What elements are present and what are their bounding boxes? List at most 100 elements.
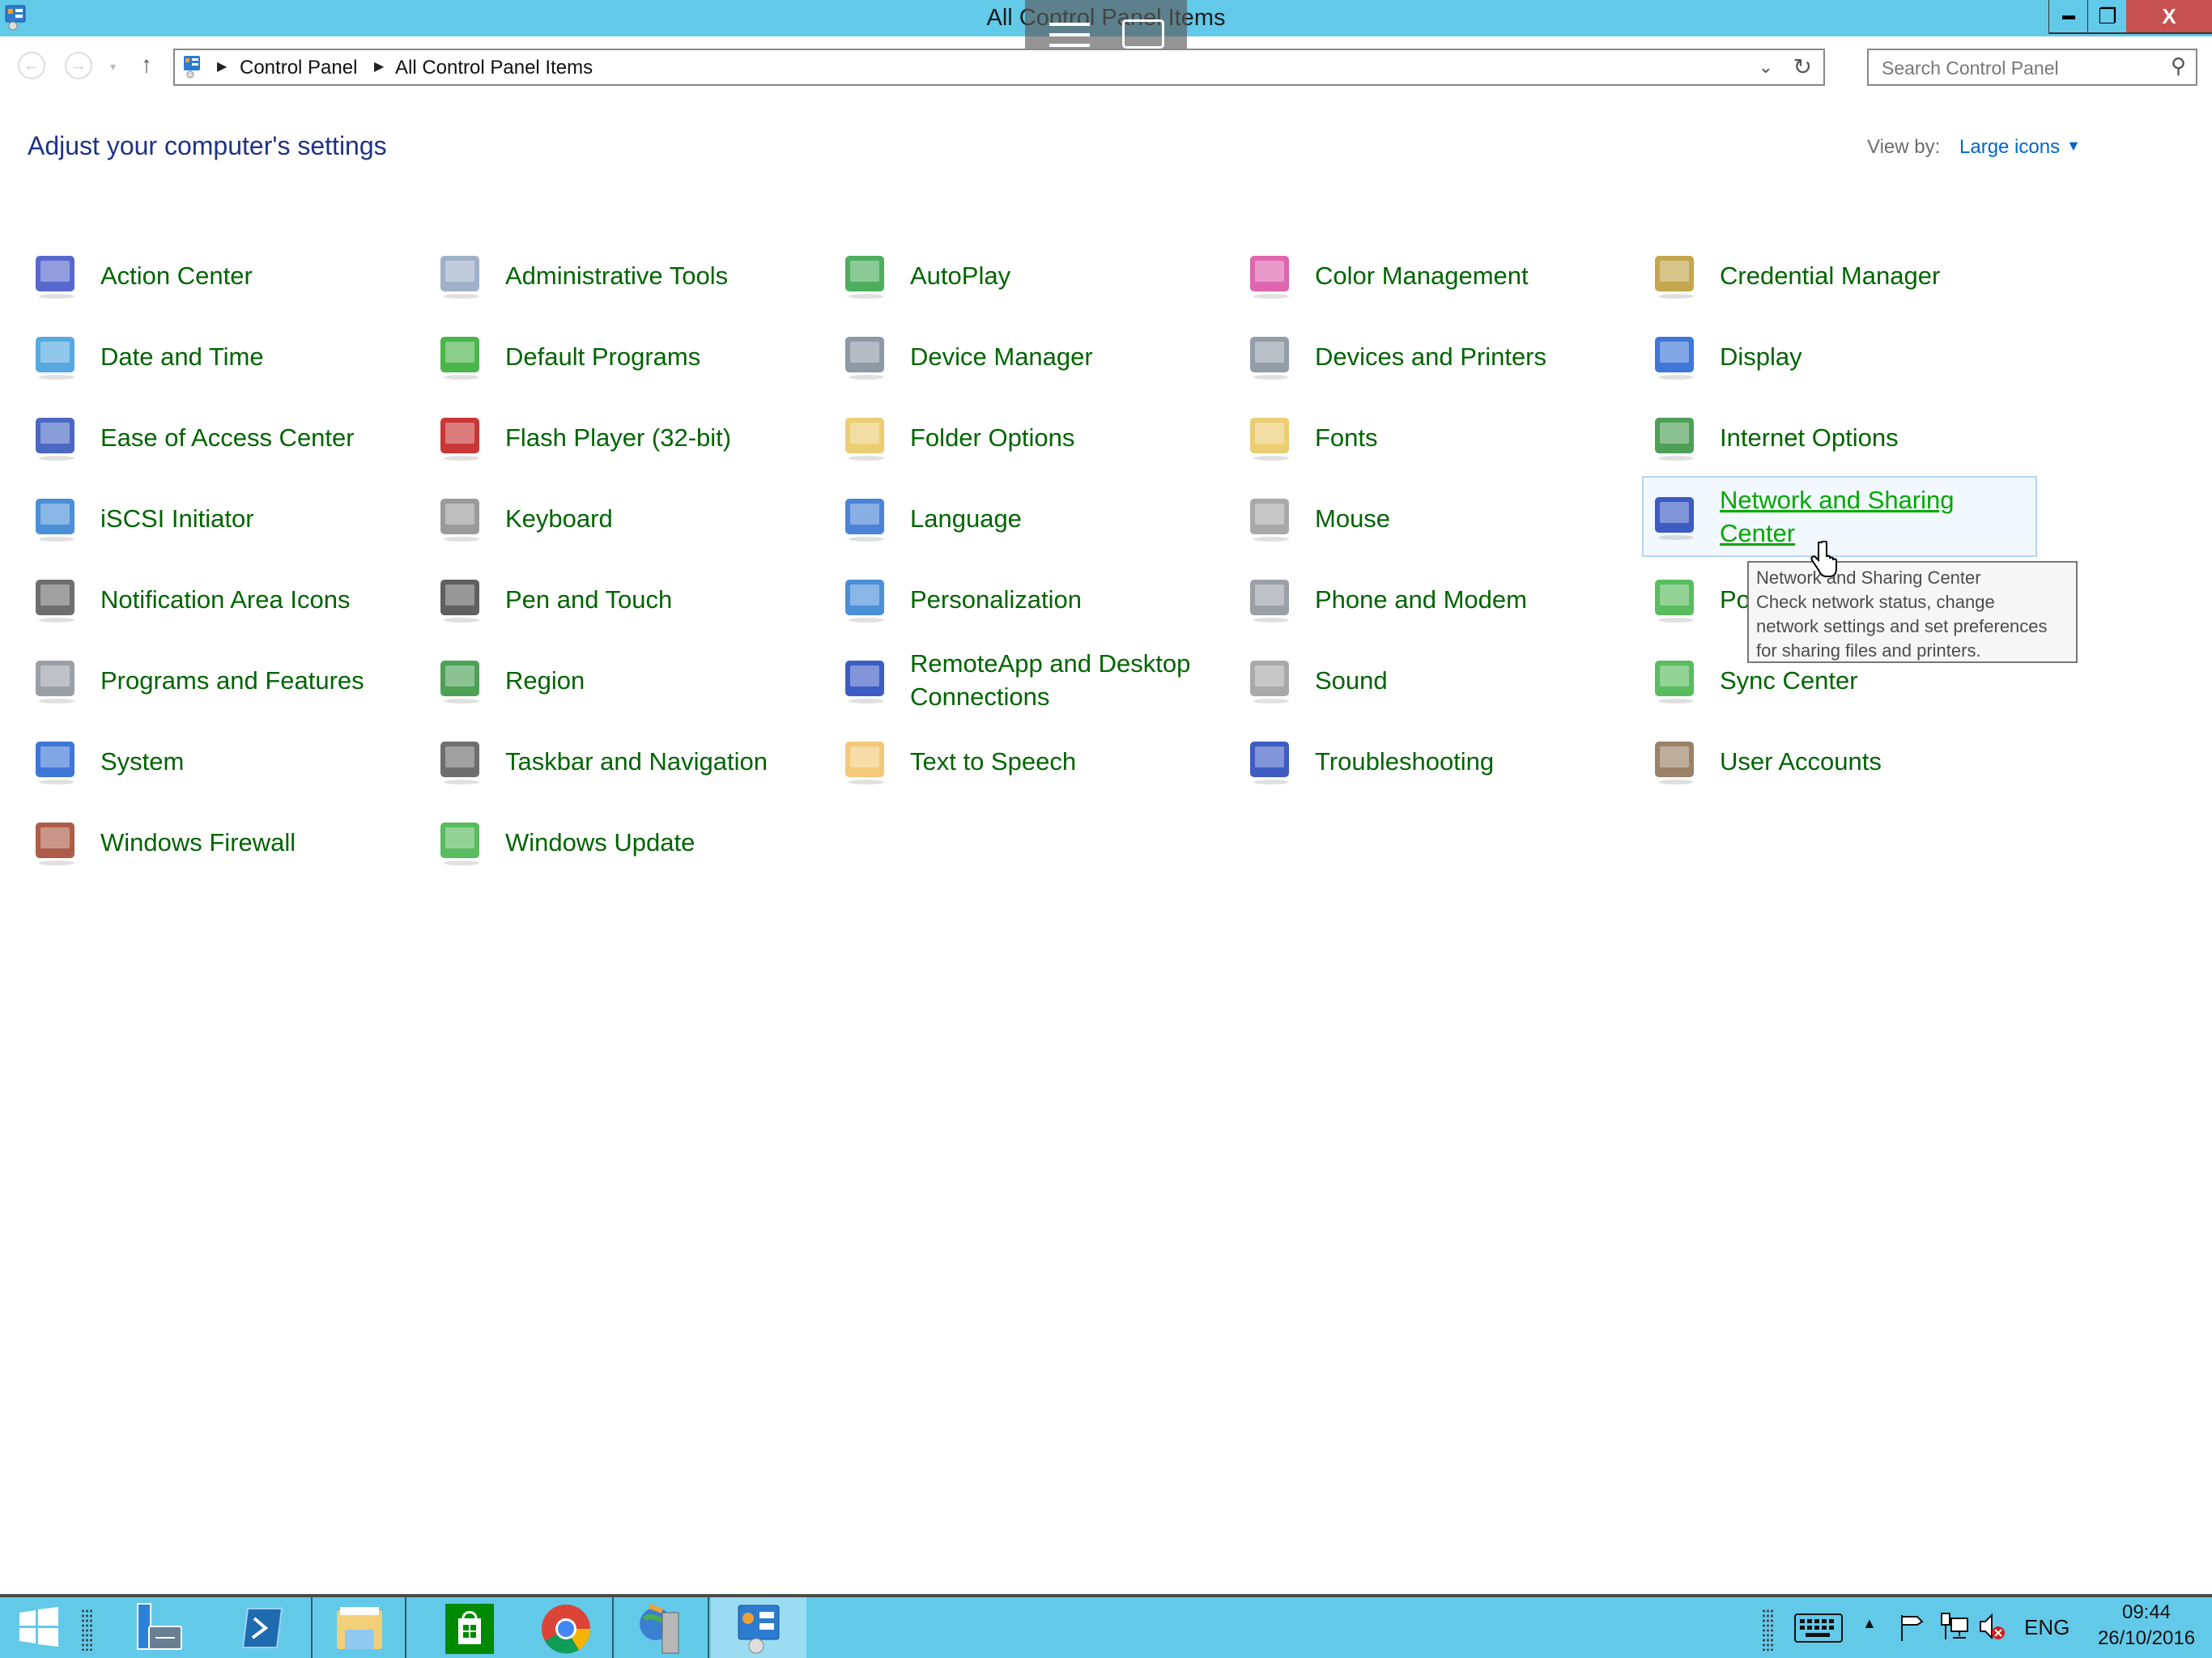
network-tool-button[interactable] [612,1597,709,1658]
item-notification-area-icons[interactable]: Notification Area Icons [31,567,419,631]
clock[interactable]: 09:44 26/10/2016 [2086,1599,2207,1651]
tray-grip[interactable] [1762,1609,1773,1651]
item-text-to-speech[interactable]: Text to Speech [840,729,1229,793]
item-autoplay[interactable]: AutoPlay [840,243,1229,308]
search-icon[interactable]: ⚲ [2171,53,2186,79]
item-label[interactable]: Windows Firewall [100,810,416,874]
breadcrumb-all-items[interactable]: All Control Panel Items [395,57,593,79]
item-folder-options[interactable]: Folder Options [840,405,1229,470]
item-language[interactable]: Language [840,486,1229,551]
item-label[interactable]: Windows Update [505,810,821,874]
item-phone-and-modem[interactable]: Phone and Modem [1245,567,1634,631]
item-label[interactable]: Folder Options [910,405,1226,470]
item-label[interactable]: Devices and Printers [1315,324,1631,389]
item-label[interactable]: Flash Player (32-bit) [505,405,821,470]
store-button[interactable] [421,1597,518,1658]
item-label[interactable]: User Accounts [1720,729,2035,793]
item-label[interactable]: RemoteApp and Desktop Connections [910,648,1226,712]
item-date-and-time[interactable]: Date and Time [31,324,419,389]
forward-button[interactable]: → [65,52,92,79]
item-credential-manager[interactable]: Credential Manager [1650,243,2039,308]
restore-button[interactable]: ❐ [2087,0,2127,34]
item-label[interactable]: System [100,729,416,793]
item-label[interactable]: iSCSI Initiator [100,486,416,551]
item-troubleshooting[interactable]: Troubleshooting [1245,729,1634,793]
item-device-manager[interactable]: Device Manager [840,324,1229,389]
item-label[interactable]: Sound [1315,648,1631,712]
item-administrative-tools[interactable]: Administrative Tools [436,243,824,308]
item-user-accounts[interactable]: User Accounts [1650,729,2039,793]
item-action-center[interactable]: Action Center [31,243,419,308]
item-label[interactable]: Network and Sharing Center [1720,478,2035,555]
item-mouse[interactable]: Mouse [1245,486,1634,551]
item-iscsi-initiator[interactable]: iSCSI Initiator [31,486,419,551]
item-label[interactable]: Pen and Touch [505,567,821,631]
item-label[interactable]: Notification Area Icons [100,567,416,631]
back-button[interactable]: ← [18,52,45,79]
up-button[interactable]: ↑ [141,52,152,78]
address-bar[interactable]: ▶ Control Panel ▶ All Control Panel Item… [173,49,1825,86]
item-label[interactable]: AutoPlay [910,243,1226,308]
item-label[interactable]: Taskbar and Navigation [505,729,821,793]
minimize-button[interactable]: ▬ [2048,0,2088,34]
volume-muted-icon[interactable] [1977,1612,2006,1643]
item-flash-player-32-bit[interactable]: Flash Player (32-bit) [436,405,824,470]
item-label[interactable]: Internet Options [1720,405,2035,470]
item-sound[interactable]: Sound [1245,648,1634,712]
item-region[interactable]: Region [436,648,824,712]
breadcrumb-separator-icon[interactable]: ▶ [374,58,384,74]
item-remoteapp-and-desktop-connections[interactable]: RemoteApp and Desktop Connections [840,648,1229,712]
item-label[interactable]: Mouse [1315,486,1631,551]
start-button[interactable] [0,1597,73,1658]
control-panel-taskbar-button[interactable] [711,1597,806,1658]
item-label[interactable]: Date and Time [100,324,416,389]
item-label[interactable]: Troubleshooting [1315,729,1631,793]
item-label[interactable]: Ease of Access Center [100,405,416,470]
action-center-flag-icon[interactable] [1899,1613,1925,1643]
item-default-programs[interactable]: Default Programs [436,324,824,389]
file-explorer-button[interactable] [311,1597,406,1658]
search-input[interactable] [1880,55,2159,81]
network-tray-icon[interactable] [1940,1612,1969,1643]
recent-locations-dropdown[interactable]: ▾ [110,60,116,74]
item-taskbar-and-navigation[interactable]: Taskbar and Navigation [436,729,824,793]
item-pen-and-touch[interactable]: Pen and Touch [436,567,824,631]
item-label[interactable]: Fonts [1315,405,1631,470]
chrome-button[interactable] [518,1597,614,1658]
refresh-icon[interactable]: ↻ [1793,53,1812,80]
item-label[interactable]: Phone and Modem [1315,567,1631,631]
show-hidden-icons-button[interactable]: ▲ [1862,1615,1877,1632]
item-label[interactable]: Region [505,648,821,712]
item-network-and-sharing-center[interactable]: Network and Sharing Center [1642,476,2037,557]
item-label[interactable]: Device Manager [910,324,1226,389]
breadcrumb-separator-icon[interactable]: ▶ [217,58,227,74]
item-label[interactable]: Language [910,486,1226,551]
item-label[interactable]: Display [1720,324,2035,389]
touch-keyboard-icon[interactable] [1794,1613,1843,1643]
item-label[interactable]: Action Center [100,243,416,308]
item-keyboard[interactable]: Keyboard [436,486,824,551]
item-fonts[interactable]: Fonts [1245,405,1634,470]
item-label[interactable]: Color Management [1315,243,1631,308]
item-ease-of-access-center[interactable]: Ease of Access Center [31,405,419,470]
item-label[interactable]: Default Programs [505,324,821,389]
breadcrumb-control-panel[interactable]: Control Panel [240,57,357,79]
item-label[interactable]: Programs and Features [100,648,416,712]
taskbar-grip[interactable] [81,1609,92,1651]
item-label[interactable]: Personalization [910,567,1226,631]
item-label[interactable]: Keyboard [505,486,821,551]
powershell-button[interactable] [219,1597,308,1658]
item-personalization[interactable]: Personalization [840,567,1229,631]
input-language-indicator[interactable]: ENG [2024,1615,2069,1640]
server-manager-button[interactable] [113,1597,202,1658]
item-internet-options[interactable]: Internet Options [1650,405,2039,470]
item-windows-update[interactable]: Windows Update [436,810,824,874]
item-display[interactable]: Display [1650,324,2039,389]
item-system[interactable]: System [31,729,419,793]
chevron-down-icon[interactable]: ▼ [2066,138,2081,155]
item-devices-and-printers[interactable]: Devices and Printers [1245,324,1634,389]
view-by-dropdown[interactable]: Large icons [1959,136,2060,159]
item-color-management[interactable]: Color Management [1245,243,1634,308]
close-button[interactable]: X [2126,0,2212,34]
address-dropdown-icon[interactable]: ⌄ [1759,57,1773,78]
